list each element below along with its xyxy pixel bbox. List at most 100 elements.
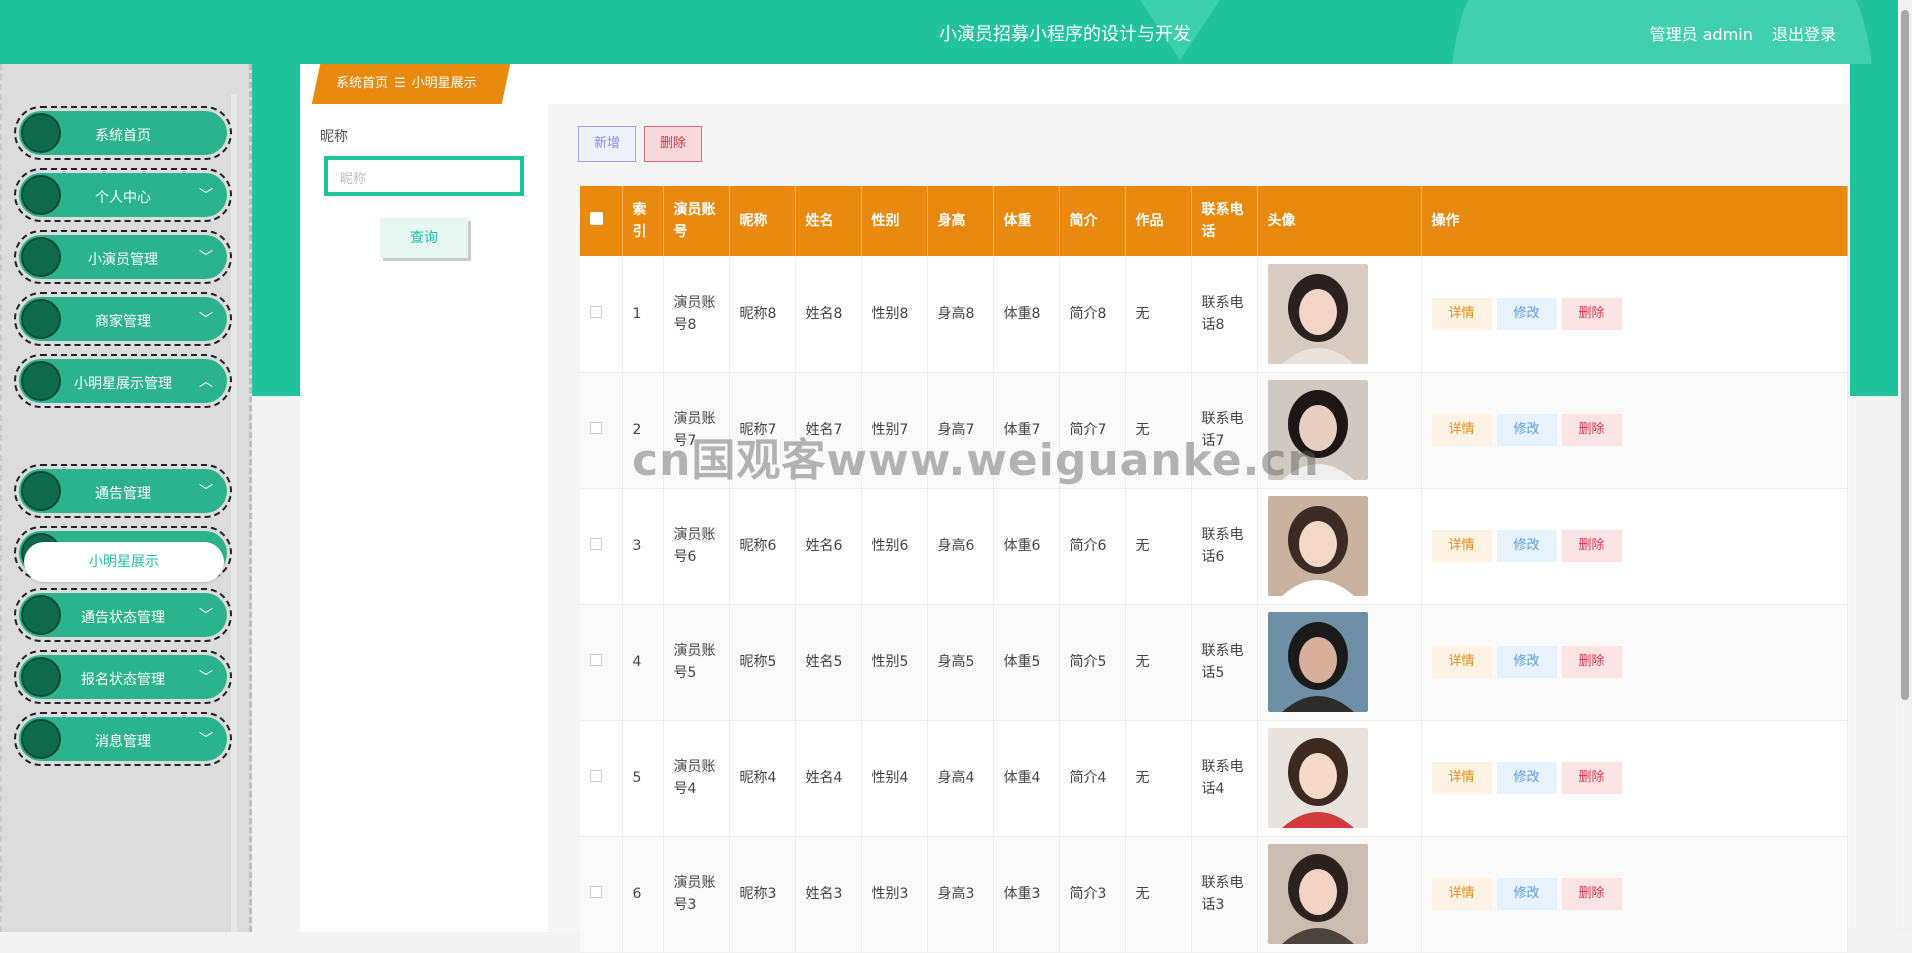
menu-dot-icon (21, 471, 61, 511)
cell-phone: 联系电话5 (1191, 604, 1258, 721)
cell-works: 无 (1125, 720, 1192, 837)
cell-weight: 体重3 (993, 836, 1060, 953)
edit-button[interactable]: 修改 (1496, 878, 1557, 910)
cell-avatar (1257, 604, 1422, 721)
sidebar-item-1[interactable]: 个人中心 ﹀ (14, 168, 232, 222)
col-height: 身高 (927, 186, 994, 256)
table-row: 5 演员账号4 昵称4 姓名4 性别4 身高4 体重4 简介4 无联系电话4 详情 修改 删除 (580, 720, 1848, 837)
breadcrumb: 系统首页 ☰ 小明星展示 (311, 64, 511, 104)
menu-dot-icon (21, 113, 61, 153)
sidebar-item-2[interactable]: 小演员管理 ﹀ (14, 230, 232, 284)
submenu-item-star-display[interactable]: 小明星展示 (24, 542, 224, 582)
row-checkbox[interactable] (590, 654, 602, 666)
sidebar-item-0[interactable]: 系统首页 (14, 106, 232, 160)
cell-height: 身高3 (927, 836, 994, 953)
sidebar-item-pill[interactable]: 报名状态管理 ﹀ (19, 655, 227, 699)
cell-height: 身高4 (927, 720, 994, 837)
sidebar-item-pill[interactable]: 通告状态管理 ﹀ (19, 593, 227, 637)
row-select-cell (580, 836, 623, 953)
cell-gender: 性别3 (861, 836, 928, 953)
table-row: 4 演员账号5 昵称5 姓名5 性别5 身高5 体重5 简介5 无联系电话5 详情 修改 删除 (580, 604, 1848, 721)
sidebar-item-pill[interactable]: 小明星展示管理 ︿ (19, 359, 227, 403)
sidebar-scrollbar[interactable] (231, 94, 237, 932)
cell-actions: 详情 修改 删除 (1421, 836, 1848, 953)
detail-button[interactable]: 详情 (1431, 297, 1492, 330)
breadcrumb-bar: 系统首页 ☰ 小明星展示 (300, 64, 1850, 104)
logout-link[interactable]: 退出登录 (1772, 25, 1836, 44)
delete-button[interactable]: 删除 (1561, 530, 1622, 562)
content-area: 系统首页 ☰ 小明星展示 昵称 昵称 查询 新增 删除 索引 演员账号 昵称 姓名 … (300, 64, 1850, 953)
row-checkbox[interactable] (590, 538, 602, 550)
cell-avatar (1257, 256, 1422, 373)
cell-phone: 联系电话3 (1191, 836, 1258, 953)
batch-delete-button[interactable]: 删除 (644, 126, 702, 162)
col-intro: 简介 (1059, 186, 1126, 256)
detail-button[interactable]: 详情 (1431, 878, 1492, 910)
cell-index: 4 (622, 604, 664, 721)
row-checkbox[interactable] (590, 886, 602, 898)
menu-dot-icon (21, 175, 61, 215)
delete-button[interactable]: 删除 (1561, 762, 1622, 794)
table-panel: 新增 删除 索引 演员账号 昵称 姓名 性别 身高 体重 简介 作品 联系电话 … (578, 104, 1850, 953)
cell-actions: 详情 修改 删除 (1421, 256, 1848, 373)
detail-button[interactable]: 详情 (1431, 646, 1492, 678)
nickname-search-input[interactable]: 昵称 (324, 156, 524, 196)
edit-button[interactable]: 修改 (1496, 414, 1557, 446)
delete-button[interactable]: 删除 (1561, 414, 1622, 446)
current-user: 管理员 admin (1649, 25, 1753, 44)
detail-button[interactable]: 详情 (1431, 762, 1492, 794)
col-gender: 性别 (861, 186, 928, 256)
cell-index: 1 (622, 256, 664, 373)
cell-intro: 简介4 (1059, 720, 1126, 837)
sidebar-item-3[interactable]: 商家管理 ﹀ (14, 292, 232, 346)
sidebar-item-label: 报名状态管理 (81, 672, 165, 688)
cell-index: 6 (622, 836, 664, 953)
table-row: 3 演员账号6 昵称6 姓名6 性别6 身高6 体重6 简介6 无联系电话6 详情 修改 删除 (580, 488, 1848, 605)
cell-phone: 联系电话4 (1191, 720, 1258, 837)
breadcrumb-home[interactable]: 系统首页 (336, 76, 388, 91)
row-checkbox[interactable] (590, 305, 602, 318)
sidebar-item-pill[interactable]: 消息管理 ﹀ (19, 717, 227, 761)
chevron-down-icon: ﹀ (199, 250, 213, 266)
cell-intro: 简介6 (1059, 488, 1126, 605)
menu-dot-icon (21, 595, 61, 635)
sidebar-item-pill[interactable]: 系统首页 (19, 111, 227, 155)
sidebar-item-7[interactable]: 通告状态管理 ﹀ (14, 588, 232, 642)
cell-name: 姓名4 (795, 720, 862, 837)
sidebar-item-pill[interactable]: 通告管理 ﹀ (19, 469, 227, 513)
edit-button[interactable]: 修改 (1496, 646, 1557, 678)
edit-button[interactable]: 修改 (1496, 762, 1557, 794)
detail-button[interactable]: 详情 (1431, 414, 1492, 446)
sidebar-item-5[interactable]: 通告管理 ﹀ (14, 464, 232, 518)
sidebar-item-8[interactable]: 报名状态管理 ﹀ (14, 650, 232, 704)
row-checkbox[interactable] (590, 770, 602, 782)
avatar-image (1267, 844, 1368, 944)
page-scrollbar[interactable] (1898, 0, 1912, 932)
scrollbar-thumb[interactable] (1901, 10, 1909, 700)
sidebar-item-pill[interactable]: 商家管理 ﹀ (19, 297, 227, 341)
delete-button[interactable]: 删除 (1561, 297, 1622, 330)
edit-button[interactable]: 修改 (1496, 530, 1557, 562)
breadcrumb-current: 小明星展示 (411, 76, 477, 91)
cell-nickname: 昵称6 (729, 488, 796, 605)
breadcrumb-separator-icon: ☰ (394, 76, 406, 91)
sidebar-item-pill[interactable]: 个人中心 ﹀ (19, 173, 227, 217)
search-button[interactable]: 查询 (380, 218, 468, 258)
avatar-image (1267, 263, 1368, 364)
delete-button[interactable]: 删除 (1561, 646, 1622, 678)
col-account: 演员账号 (663, 186, 730, 256)
app-title: 小演员招募小程序的设计与开发 (939, 24, 1191, 45)
edit-button[interactable]: 修改 (1496, 297, 1557, 330)
delete-button[interactable]: 删除 (1561, 878, 1622, 910)
menu-dot-icon (21, 719, 61, 759)
sidebar-item-4[interactable]: 小明星展示管理 ︿ (14, 354, 232, 408)
sidebar-item-9[interactable]: 消息管理 ﹀ (14, 712, 232, 766)
sidebar-item-label: 消息管理 (95, 734, 151, 750)
detail-button[interactable]: 详情 (1431, 530, 1492, 562)
select-all-checkbox[interactable] (590, 212, 603, 225)
add-button[interactable]: 新增 (578, 126, 636, 162)
cell-works: 无 (1125, 256, 1192, 373)
table-row: 6 演员账号3 昵称3 姓名3 性别3 身高3 体重3 简介3 无联系电话3 详情 修改 删除 (580, 836, 1848, 953)
sidebar-item-pill[interactable]: 小演员管理 ﹀ (19, 235, 227, 279)
row-checkbox[interactable] (590, 422, 602, 434)
